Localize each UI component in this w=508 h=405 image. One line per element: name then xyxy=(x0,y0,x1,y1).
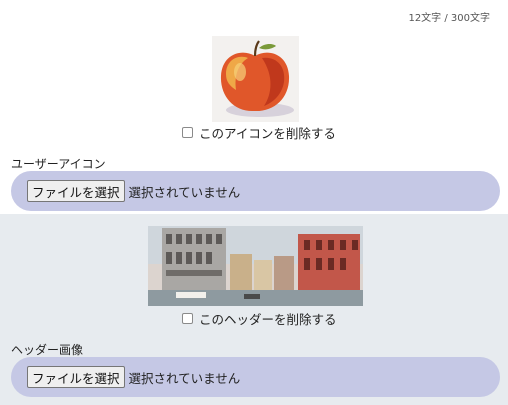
user-icon-file-status: 選択されていません xyxy=(128,184,241,200)
delete-header-label: このヘッダーを削除する xyxy=(199,312,337,327)
user-icon-image xyxy=(212,36,299,122)
header-image-file-button[interactable]: ファイルを選択 xyxy=(27,366,125,388)
delete-header-checkbox[interactable] xyxy=(182,313,193,324)
header-image-file-field: ファイルを選択 選択されていません xyxy=(11,357,500,397)
delete-icon-label: このアイコンを削除する xyxy=(199,126,336,141)
header-image-file-status: 選択されていません xyxy=(128,370,241,386)
character-counter: 12文字 / 300文字 xyxy=(408,13,490,24)
user-icon-section-label: ユーザーアイコン xyxy=(11,157,106,171)
user-icon-file-button[interactable]: ファイルを選択 xyxy=(27,180,125,202)
header-image-section-label: ヘッダー画像 xyxy=(11,343,84,357)
header-image xyxy=(148,226,363,306)
delete-header-option[interactable]: このヘッダーを削除する xyxy=(182,309,337,328)
delete-icon-option[interactable]: このアイコンを削除する xyxy=(182,123,336,142)
delete-icon-checkbox[interactable] xyxy=(182,127,193,138)
user-icon-file-field: ファイルを選択 選択されていません xyxy=(11,171,500,211)
